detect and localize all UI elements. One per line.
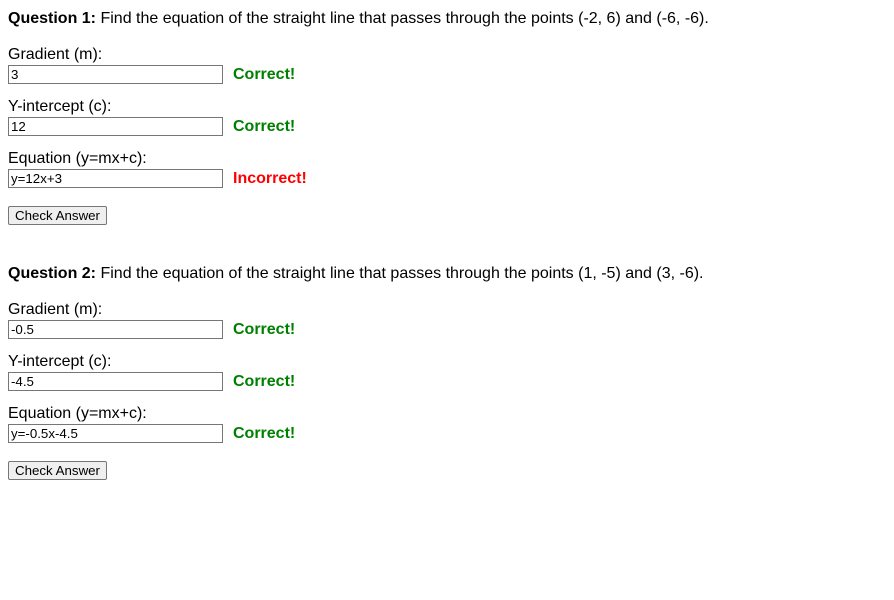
- intercept-feedback: Correct!: [233, 118, 295, 136]
- gradient-input[interactable]: [8, 320, 223, 339]
- gradient-input[interactable]: [8, 65, 223, 84]
- equation-field-group: Equation (y=mx+c): Incorrect!: [8, 150, 886, 188]
- intercept-input[interactable]: [8, 117, 223, 136]
- intercept-input-row: Correct!: [8, 372, 886, 391]
- equation-label: Equation (y=mx+c):: [8, 150, 886, 168]
- gradient-input-row: Correct!: [8, 65, 886, 84]
- question-2-title: Question 2: Find the equation of the str…: [8, 265, 886, 283]
- gradient-label: Gradient (m):: [8, 46, 886, 64]
- equation-input[interactable]: [8, 169, 223, 188]
- intercept-input[interactable]: [8, 372, 223, 391]
- intercept-input-row: Correct!: [8, 117, 886, 136]
- equation-feedback: Correct!: [233, 425, 295, 443]
- gradient-feedback: Correct!: [233, 66, 295, 84]
- gradient-field-group: Gradient (m): Correct!: [8, 301, 886, 339]
- question-1-prompt: Find the equation of the straight line t…: [96, 10, 709, 27]
- question-2-block: Question 2: Find the equation of the str…: [8, 265, 886, 480]
- equation-feedback: Incorrect!: [233, 170, 307, 188]
- check-answer-button[interactable]: Check Answer: [8, 206, 107, 225]
- intercept-field-group: Y-intercept (c): Correct!: [8, 98, 886, 136]
- gradient-input-row: Correct!: [8, 320, 886, 339]
- intercept-label: Y-intercept (c):: [8, 353, 886, 371]
- intercept-feedback: Correct!: [233, 373, 295, 391]
- equation-input[interactable]: [8, 424, 223, 443]
- equation-input-row: Incorrect!: [8, 169, 886, 188]
- equation-input-row: Correct!: [8, 424, 886, 443]
- intercept-field-group: Y-intercept (c): Correct!: [8, 353, 886, 391]
- question-1-block: Question 1: Find the equation of the str…: [8, 10, 886, 225]
- gradient-field-group: Gradient (m): Correct!: [8, 46, 886, 84]
- question-1-title: Question 1: Find the equation of the str…: [8, 10, 886, 28]
- gradient-feedback: Correct!: [233, 321, 295, 339]
- question-1-label: Question 1:: [8, 10, 96, 27]
- equation-label: Equation (y=mx+c):: [8, 405, 886, 423]
- question-2-label: Question 2:: [8, 265, 96, 282]
- intercept-label: Y-intercept (c):: [8, 98, 886, 116]
- check-answer-button[interactable]: Check Answer: [8, 461, 107, 480]
- gradient-label: Gradient (m):: [8, 301, 886, 319]
- question-2-prompt: Find the equation of the straight line t…: [96, 265, 703, 282]
- equation-field-group: Equation (y=mx+c): Correct!: [8, 405, 886, 443]
